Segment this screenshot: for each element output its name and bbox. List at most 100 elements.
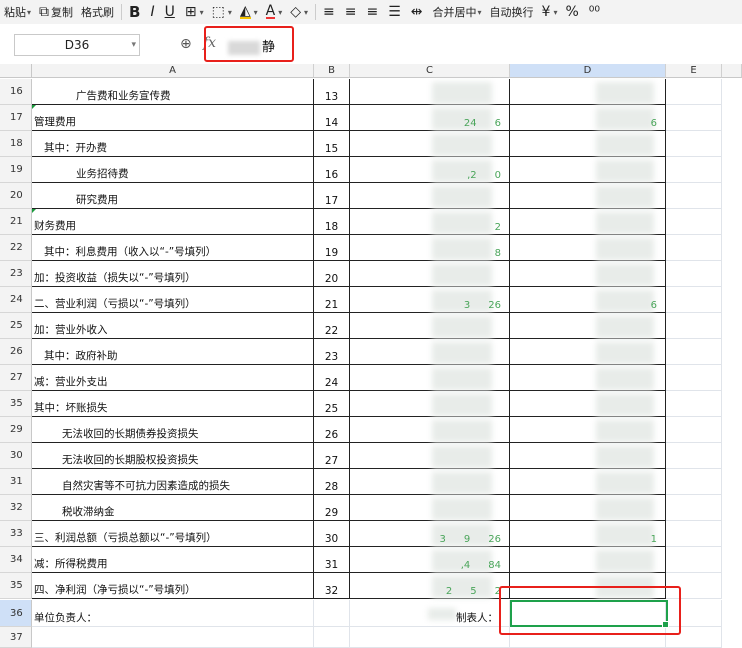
cell-line-number[interactable]: 22 [314,313,350,339]
align-center-button[interactable]: ≡ [341,2,363,22]
cell-empty-e[interactable] [666,521,722,547]
cell-empty-e[interactable] [666,547,722,573]
row-header[interactable]: 30 [0,443,32,469]
row-header[interactable]: 35 [0,391,32,417]
cell-empty-e[interactable] [666,443,722,469]
cell-empty-e[interactable] [666,469,722,495]
cell-empty-e[interactable] [666,183,722,209]
cell-line-number[interactable]: 16 [314,157,350,183]
select-all-corner[interactable] [0,64,32,78]
cell-current-amount[interactable] [350,365,510,391]
cell-empty-e[interactable] [666,131,722,157]
cell-item-name[interactable]: 加：投资收益（损失以“-”号填列） [32,261,314,287]
cell-item-name[interactable]: 税收滞纳金 [32,495,314,521]
cell-item-name[interactable]: 其中：开办费 [32,131,314,157]
paste-button[interactable]: 粘贴 ▾ [0,2,35,22]
cell-current-amount[interactable]: 252 [350,573,510,599]
cell-prior-amount[interactable] [510,79,666,105]
cell-current-amount[interactable] [350,183,510,209]
cell-current-amount[interactable] [350,469,510,495]
align-right-button[interactable]: ≡ [363,2,385,22]
cell-a36[interactable]: 单位负责人： [32,600,314,627]
cell-current-amount[interactable] [350,131,510,157]
row-header[interactable]: 17 [0,105,32,131]
cell-current-amount[interactable]: 3 9 26 [350,521,510,547]
cell-item-name[interactable]: 四、净利润（净亏损以“-”号填列） [32,573,314,599]
shape-button[interactable]: ⬚ ▾ [208,2,236,22]
chevron-down-icon[interactable]: ▾ [131,35,136,55]
cell-empty-e[interactable] [666,313,722,339]
cell-prior-amount[interactable] [510,443,666,469]
clear-button[interactable]: ◇ ▾ [286,2,312,22]
cell-item-name[interactable]: 二、营业利润（亏损以“-”号填列） [32,287,314,313]
border-button[interactable]: ⊞ ▾ [181,2,208,22]
row-header[interactable]: 34 [0,547,32,573]
cell-line-number[interactable]: 24 [314,365,350,391]
cell-item-name[interactable]: 减：营业外支出 [32,365,314,391]
percent-button[interactable]: % [561,2,584,22]
cell-empty-e[interactable] [666,287,722,313]
row-header[interactable]: 16 [0,79,32,105]
cell-line-number[interactable]: 17 [314,183,350,209]
zoom-icon[interactable]: ⊕ [180,36,192,52]
cell-item-name[interactable]: 无法收回的长期债券投资损失 [32,417,314,443]
cell-empty-e[interactable] [666,79,722,105]
cell-empty-e[interactable] [666,495,722,521]
row-header[interactable]: 26 [0,339,32,365]
copy-button[interactable]: ⧉ 复制 [35,2,77,22]
cell-empty-e[interactable] [666,209,722,235]
cell-current-amount[interactable]: ,2 0 [350,157,510,183]
cell-c36[interactable]: 制表人： [350,600,510,627]
row-header[interactable]: 18 [0,131,32,157]
cell-current-amount[interactable] [350,417,510,443]
cell-current-amount[interactable] [350,443,510,469]
cell-item-name[interactable]: 三、利润总额（亏损总额以“-”号填列） [32,521,314,547]
cell-prior-amount[interactable] [510,261,666,287]
cell-prior-amount[interactable] [510,365,666,391]
cell-item-name[interactable]: 无法收回的长期股权投资损失 [32,443,314,469]
cell-empty-e[interactable] [666,339,722,365]
cell-a37[interactable] [32,627,314,648]
cell-item-name[interactable]: 自然灾害等不可抗力因素造成的损失 [32,469,314,495]
cell-current-amount[interactable] [350,495,510,521]
row-header[interactable]: 25 [0,313,32,339]
cell-item-name[interactable]: 财务费用 [32,209,314,235]
cell-current-amount[interactable]: ,4 84 [350,547,510,573]
cell-current-amount[interactable] [350,339,510,365]
cell-line-number[interactable]: 14 [314,105,350,131]
cell-item-name[interactable]: 减：所得税费用 [32,547,314,573]
cell-prior-amount[interactable] [510,157,666,183]
cell-line-number[interactable]: 26 [314,417,350,443]
cell-line-number[interactable]: 29 [314,495,350,521]
cell-line-number[interactable]: 20 [314,261,350,287]
cell-item-name[interactable]: 加：营业外收入 [32,313,314,339]
cell-empty-e[interactable] [666,105,722,131]
cell-b37[interactable] [314,627,350,648]
cell-item-name[interactable]: 广告费和业务宣传费 [32,79,314,105]
align-left-button[interactable]: ≡ [319,2,341,22]
row-header[interactable]: 19 [0,157,32,183]
italic-button[interactable]: I [146,2,160,22]
format-painter-button[interactable]: 格式刷 [77,2,118,22]
font-color-button[interactable]: A ▾ [262,2,287,22]
cell-current-amount[interactable]: 8 [350,235,510,261]
cell-line-number[interactable]: 28 [314,469,350,495]
row-header[interactable]: 20 [0,183,32,209]
cell-line-number[interactable]: 30 [314,521,350,547]
cell-current-amount[interactable] [350,79,510,105]
cell-prior-amount[interactable] [510,391,666,417]
cell-empty-e[interactable] [666,365,722,391]
cell-item-name[interactable]: 其中：利息费用（收入以“-”号填列） [32,235,314,261]
cell-empty-e[interactable] [666,157,722,183]
cell-current-amount[interactable]: 2 [350,209,510,235]
column-header-b[interactable]: B [314,64,350,78]
cell-line-number[interactable]: 21 [314,287,350,313]
cell-line-number[interactable]: 25 [314,391,350,417]
row-header[interactable]: 23 [0,261,32,287]
row-header[interactable]: 32 [0,495,32,521]
cell-current-amount[interactable] [350,391,510,417]
cell-line-number[interactable]: 23 [314,339,350,365]
cell-empty-e[interactable] [666,235,722,261]
cell-current-amount[interactable] [350,313,510,339]
column-header-f[interactable] [722,64,742,78]
